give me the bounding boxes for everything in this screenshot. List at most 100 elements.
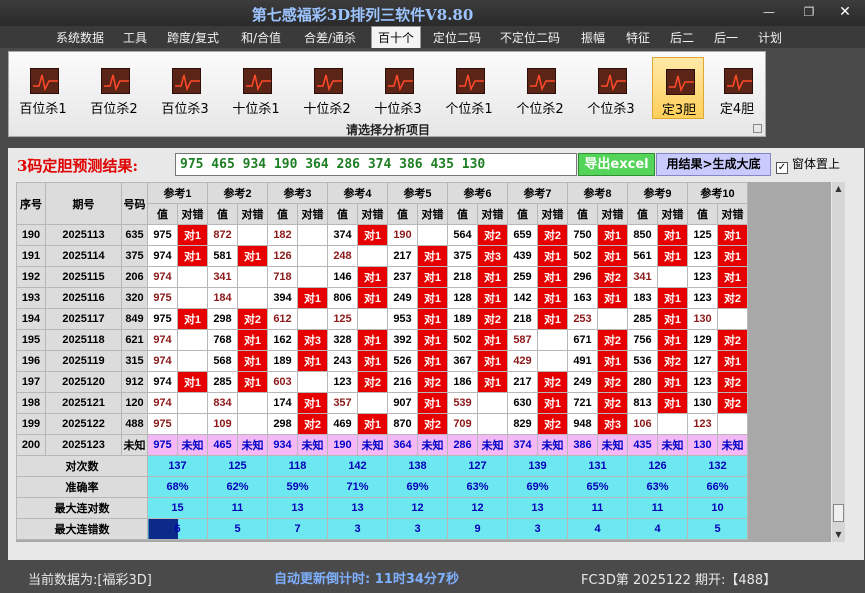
stats-value: 4	[567, 518, 628, 540]
menu-sum[interactable]: 和/合值	[241, 29, 281, 46]
col-header-period: 期号	[45, 182, 122, 225]
cell-value: 974	[147, 392, 178, 414]
cell-value: 568	[207, 350, 238, 372]
cell-hit: 对1	[417, 266, 448, 288]
menu-span[interactable]: 跨度/复式	[167, 29, 219, 46]
cell-hit: 对1	[357, 350, 388, 372]
row-period: 2025122	[45, 413, 122, 435]
col-header-seq: 序号	[16, 182, 46, 225]
dialog-launcher-icon[interactable]	[753, 124, 762, 133]
row-seq: 195	[16, 329, 46, 351]
table-row[interactable]: 191 2025114 375 974 对1 581 对1 126 248 217 对1 375 对3 4…	[16, 245, 748, 267]
scroll-thumb[interactable]	[833, 504, 844, 522]
menu-position-two[interactable]: 定位二码	[433, 29, 481, 46]
menu-amplitude[interactable]: 振幅	[581, 29, 605, 46]
row-seq: 190	[16, 224, 46, 246]
stats-value: 13	[507, 497, 568, 519]
cell-value: 561	[627, 245, 658, 267]
stats-row: 最大连错数 6 5 7 3 3 9 3 4 4 5	[16, 518, 748, 540]
generate-base-button[interactable]: 用结果>生成大底	[656, 153, 771, 176]
ribbon-button-label: 百位杀2	[90, 102, 138, 117]
ribbon-button-2[interactable]: 百位杀2	[85, 57, 143, 119]
table-row[interactable]: 195 2025118 621 974 768 对1 162 对3 328 对1 392 对1 502 对…	[16, 329, 748, 351]
cell-hit: 对1	[597, 287, 628, 309]
cell-value: 394	[267, 287, 298, 309]
ribbon-button-1[interactable]: 百位杀1	[14, 57, 72, 119]
table-row[interactable]: 199 2025122 488 975 109 298 对2 469 对1 870 对2 709 829…	[16, 413, 748, 435]
cell-hit: 对1	[237, 350, 268, 372]
maximize-button[interactable]: ❐	[794, 2, 824, 22]
trend-chart-icon	[30, 68, 59, 94]
cell-value: 243	[327, 350, 358, 372]
cell-hit	[237, 224, 268, 246]
cell-value: 109	[207, 413, 238, 435]
col-header-hit: 对错	[297, 203, 328, 225]
ribbon-button-8[interactable]: 个位杀2	[511, 57, 569, 119]
ribbon-button-6[interactable]: 十位杀3	[369, 57, 427, 119]
ribbon-button-9[interactable]: 个位杀3	[582, 57, 640, 119]
cell-value: 129	[687, 329, 718, 351]
result-field[interactable]: 975 465 934 190 364 286 374 386 435 130	[175, 153, 577, 176]
ribbon-button-5[interactable]: 十位杀2	[298, 57, 356, 119]
table-row[interactable]: 198 2025121 120 974 834 174 对1 357 907 对1 539 630 对1…	[16, 392, 748, 414]
cell-hit: 对1	[537, 266, 568, 288]
menu-tools[interactable]: 工具	[123, 29, 147, 46]
menu-plan[interactable]: 计划	[758, 29, 782, 46]
table-row[interactable]: 192 2025115 206 974 341 718 146 对1 237 对1 218 对1 259…	[16, 266, 748, 288]
ribbon-button-7[interactable]: 个位杀1	[440, 57, 498, 119]
cell-hit: 未知	[537, 434, 568, 456]
ribbon-button-11[interactable]: 定4胆	[708, 57, 766, 119]
menu-non-position-two[interactable]: 不定位二码	[500, 29, 560, 46]
table-row[interactable]: 196 2025119 315 974 568 对1 189 对1 243 对1 526 对1 367 对…	[16, 350, 748, 372]
cell-value: 125	[327, 308, 358, 330]
vertical-scrollbar[interactable]: ▲ ▼	[832, 182, 845, 542]
menu-hundreds-tens-units[interactable]: 百十个	[371, 26, 422, 48]
stats-value: 132	[687, 455, 748, 477]
cell-hit: 对3	[297, 329, 328, 351]
cell-hit: 未知	[237, 434, 268, 456]
table-row[interactable]: 194 2025117 849 975 对1 298 对2 612 125 953 对1 189 对2 2…	[16, 308, 748, 330]
scroll-down-icon[interactable]: ▼	[832, 528, 845, 541]
menu-last-one[interactable]: 后一	[714, 29, 738, 46]
menu-last-two[interactable]: 后二	[670, 29, 694, 46]
cell-value: 975	[147, 413, 178, 435]
cell-hit: 对1	[417, 329, 448, 351]
close-button[interactable]: ✕	[828, 2, 862, 22]
cell-hit	[477, 413, 508, 435]
cell-value: 829	[507, 413, 538, 435]
stats-value: 142	[327, 455, 388, 477]
cell-hit: 对1	[657, 329, 688, 351]
stats-value: 5	[207, 518, 268, 540]
menu-system-data[interactable]: 系统数据	[56, 29, 104, 46]
ribbon-button-3[interactable]: 百位杀3	[156, 57, 214, 119]
cell-value: 249	[567, 371, 598, 393]
trend-chart-icon	[724, 68, 753, 94]
cell-value: 581	[207, 245, 238, 267]
cell-hit: 对1	[657, 287, 688, 309]
export-excel-button[interactable]: 导出excel	[578, 153, 655, 176]
cell-value: 429	[507, 350, 538, 372]
table-row[interactable]: 197 2025120 912 974 对1 285 对1 603 123 对2 216 对2 186 对…	[16, 371, 748, 393]
menu-diff[interactable]: 合差/通杀	[304, 29, 356, 46]
stats-value: 10	[687, 497, 748, 519]
checkbox-icon[interactable]: ✓	[776, 162, 788, 174]
cell-hit	[297, 245, 328, 267]
table-row[interactable]: 193 2025116 320 975 184 394 对1 806 对1 249 对1 128 对1 1…	[16, 287, 748, 309]
minimize-button[interactable]: —	[754, 2, 784, 22]
ribbon-button-4[interactable]: 十位杀1	[227, 57, 285, 119]
ribbon-button-10[interactable]: 定3胆	[652, 57, 704, 119]
cell-hit	[357, 308, 388, 330]
row-seq: 192	[16, 266, 46, 288]
ribbon-button-label: 个位杀2	[516, 102, 564, 117]
cell-value: 364	[387, 434, 418, 456]
menu-features[interactable]: 特征	[626, 29, 650, 46]
cell-value: 975	[147, 287, 178, 309]
row-period: 2025114	[45, 245, 122, 267]
row-number: 120	[121, 392, 148, 414]
col-header-value: 值	[627, 203, 658, 225]
scroll-up-icon[interactable]: ▲	[832, 182, 845, 195]
table-row[interactable]: 200 2025123 未知 975 未知 465 未知 934 未知 190 未知 364 未知 286…	[16, 434, 748, 456]
pin-window-checkbox[interactable]: ✓ 窗体置上	[776, 155, 840, 174]
stats-row: 准确率 68% 62% 59% 71% 69% 63% 69% 65% 63% 66%	[16, 476, 748, 498]
table-row[interactable]: 190 2025113 635 975 对1 872 182 374 对1 190 564 对2 659…	[16, 224, 748, 246]
